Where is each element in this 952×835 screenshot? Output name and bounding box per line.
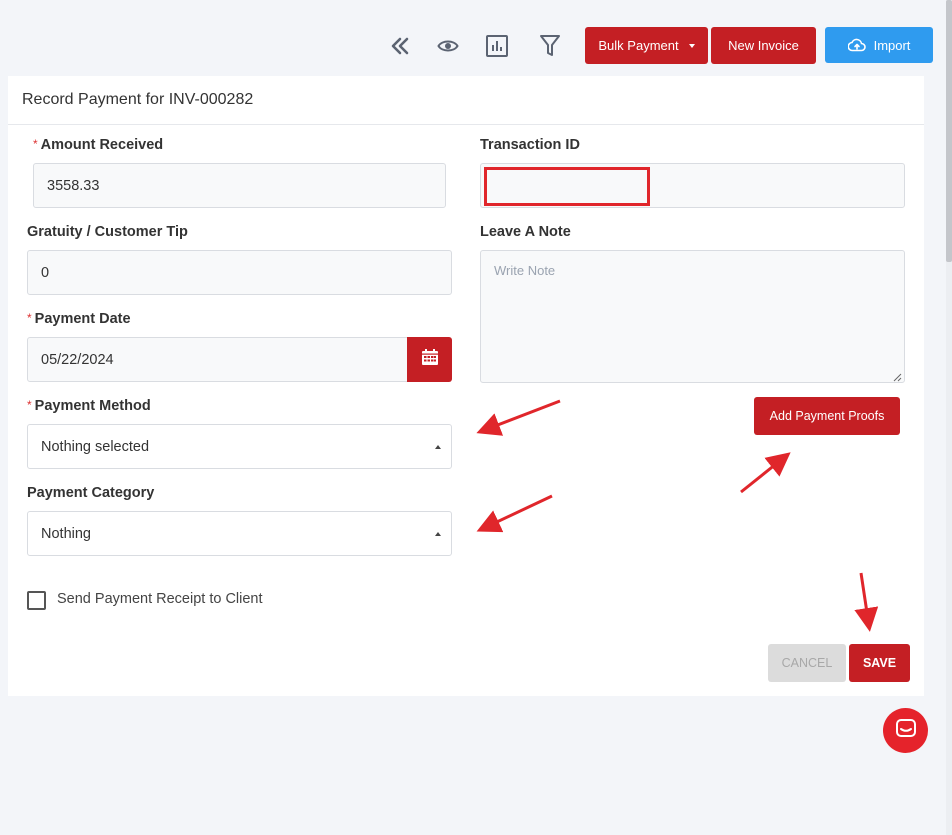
transaction-id-input[interactable] bbox=[480, 163, 905, 208]
cloud-upload-icon bbox=[847, 38, 866, 52]
add-payment-proofs-label: Add Payment Proofs bbox=[769, 409, 885, 423]
payment-category-select[interactable]: Nothing bbox=[27, 511, 452, 556]
scrollbar-thumb[interactable] bbox=[946, 0, 952, 262]
payment-category-label: Payment Category bbox=[27, 485, 155, 501]
note-placeholder: Write Note bbox=[494, 263, 556, 278]
bulk-payment-label: Bulk Payment bbox=[598, 38, 679, 53]
payment-date-input[interactable]: 05/22/2024 bbox=[27, 337, 408, 382]
calendar-button[interactable] bbox=[407, 337, 452, 382]
payment-method-selected: Nothing selected bbox=[41, 438, 150, 455]
note-textarea[interactable]: Write Note bbox=[480, 250, 905, 383]
chat-icon bbox=[895, 718, 917, 743]
import-button[interactable]: Import bbox=[825, 27, 933, 63]
transaction-id-label: Transaction ID bbox=[480, 137, 580, 153]
new-invoice-button[interactable]: New Invoice bbox=[711, 27, 816, 64]
chat-widget-button[interactable] bbox=[883, 708, 928, 753]
amount-received-value: 3558.33 bbox=[47, 177, 100, 194]
gratuity-value: 0 bbox=[41, 264, 50, 281]
import-label: Import bbox=[873, 37, 911, 53]
double-chevron-left-icon[interactable] bbox=[386, 32, 414, 60]
required-asterisk: * bbox=[33, 137, 38, 151]
record-payment-card: Record Payment for INV-000282 * Amount Re… bbox=[8, 76, 924, 696]
new-invoice-label: New Invoice bbox=[728, 38, 799, 53]
eye-icon[interactable] bbox=[434, 32, 462, 60]
payment-date-label: * Payment Date bbox=[27, 311, 131, 327]
payment-method-select[interactable]: Nothing selected bbox=[27, 424, 452, 469]
resize-handle-icon[interactable] bbox=[892, 370, 902, 382]
send-receipt-checkbox[interactable] bbox=[27, 591, 46, 610]
cancel-button[interactable]: CANCEL bbox=[768, 644, 846, 682]
payment-date-value: 05/22/2024 bbox=[41, 351, 114, 368]
gratuity-input[interactable]: 0 bbox=[27, 250, 452, 295]
card-title: Record Payment for INV-000282 bbox=[8, 76, 924, 125]
payment-category-selected: Nothing bbox=[41, 525, 91, 542]
required-asterisk: * bbox=[27, 398, 32, 412]
calendar-icon bbox=[421, 348, 439, 371]
send-receipt-label[interactable]: Send Payment Receipt to Client bbox=[57, 591, 263, 607]
required-asterisk: * bbox=[27, 311, 32, 325]
caret-down-icon bbox=[688, 43, 695, 48]
amount-received-label: * Amount Received bbox=[33, 137, 164, 153]
save-button[interactable]: SAVE bbox=[849, 644, 910, 682]
payment-method-label: * Payment Method bbox=[27, 398, 151, 414]
gratuity-label: Gratuity / Customer Tip bbox=[27, 224, 188, 240]
bulk-payment-button[interactable]: Bulk Payment bbox=[585, 27, 708, 64]
bar-chart-icon[interactable] bbox=[483, 32, 511, 60]
caret-up-icon bbox=[435, 444, 441, 449]
save-label: SAVE bbox=[862, 656, 897, 670]
note-label: Leave A Note bbox=[480, 224, 571, 240]
amount-received-input[interactable]: 3558.33 bbox=[33, 163, 446, 208]
filter-icon[interactable] bbox=[536, 32, 564, 60]
add-payment-proofs-button[interactable]: Add Payment Proofs bbox=[754, 397, 900, 435]
cancel-label: CANCEL bbox=[781, 656, 833, 670]
caret-up-icon bbox=[435, 531, 441, 536]
